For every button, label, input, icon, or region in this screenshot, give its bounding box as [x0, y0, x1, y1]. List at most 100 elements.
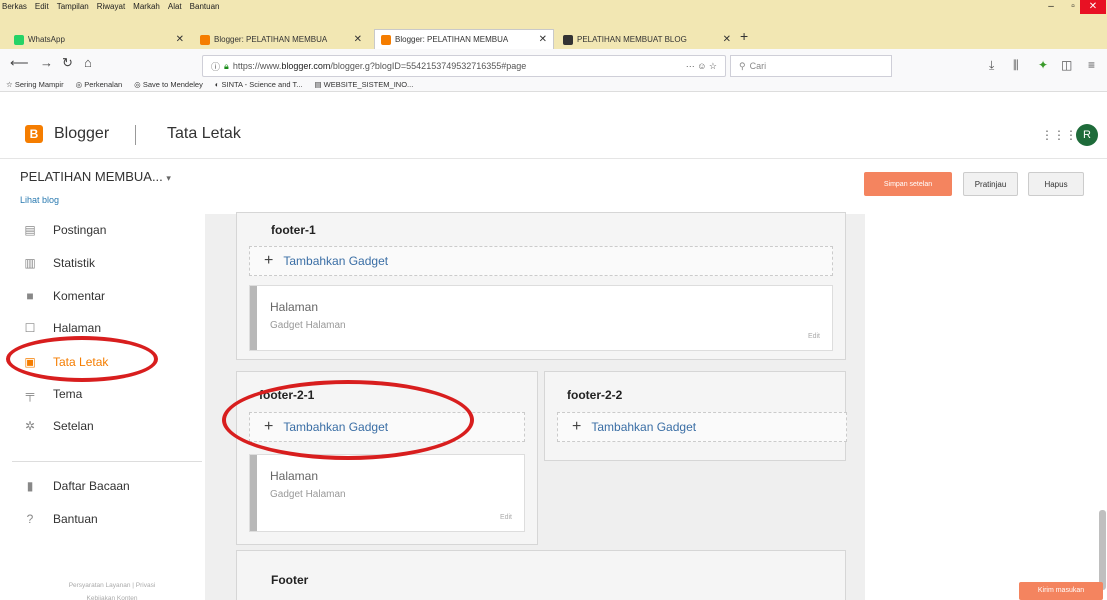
- menu-edit[interactable]: Edit: [35, 2, 49, 11]
- sidebar-item-label: Postingan: [53, 223, 107, 237]
- close-window-button[interactable]: ✕: [1080, 0, 1106, 14]
- drag-handle[interactable]: [250, 286, 257, 350]
- menu-tools[interactable]: Alat: [168, 2, 182, 11]
- help-icon: ?: [26, 512, 34, 526]
- avatar[interactable]: R: [1076, 124, 1098, 146]
- menu-history[interactable]: Riwayat: [97, 2, 125, 11]
- delete-button[interactable]: Hapus: [1028, 172, 1084, 196]
- theme-icon: ╤: [25, 387, 35, 401]
- gadget-edit-link[interactable]: Edit: [808, 333, 820, 340]
- home-icon[interactable]: ⌂: [84, 55, 92, 70]
- bookmark-item[interactable]: ▤ WEBSITE_SISTEM_INO...: [315, 80, 414, 89]
- plus-icon: +: [264, 252, 274, 269]
- blogger-icon: [381, 34, 391, 45]
- section-title: footer-1: [271, 223, 316, 237]
- section-title: footer-2-1: [259, 388, 315, 402]
- sidebar-item-label: Daftar Bacaan: [53, 479, 130, 493]
- bookmark-item[interactable]: ☆ Sering Mampir: [6, 80, 64, 89]
- plus-icon: +: [264, 418, 274, 435]
- layout-icon: ▣: [24, 355, 36, 369]
- gadget-subtitle: Gadget Halaman: [270, 320, 346, 331]
- blog-selector[interactable]: PELATIHAN MEMBUA... ▾: [20, 169, 171, 184]
- app-header: B Blogger Tata Letak ⋮⋮⋮ R: [0, 106, 1107, 158]
- sidebar-item-pages[interactable]: ☐ Halaman: [23, 318, 101, 338]
- sidebar-toggle-icon[interactable]: ◫: [1061, 58, 1072, 72]
- bookmark-item[interactable]: ◎ Save to Mendeley: [134, 80, 203, 89]
- whatsapp-icon: [14, 34, 24, 45]
- comments-icon: ■: [26, 289, 34, 303]
- sidebar-item-stats[interactable]: ▥ Statistik: [23, 253, 95, 273]
- forward-icon[interactable]: →: [40, 55, 53, 70]
- add-gadget-button[interactable]: + Tambahkan Gadget: [249, 412, 525, 442]
- plus-icon: +: [572, 418, 582, 435]
- scrollbar-thumb[interactable]: [1099, 510, 1106, 590]
- menu-help[interactable]: Bantuan: [190, 2, 220, 11]
- gadget-edit-link[interactable]: Edit: [500, 514, 512, 521]
- back-icon[interactable]: ⟵: [10, 55, 29, 71]
- add-gadget-button[interactable]: + Tambahkan Gadget: [557, 412, 847, 442]
- tab-blogger-2[interactable]: Blogger: PELATIHAN MEMBUA ✕: [374, 29, 554, 49]
- sidebar-item-reading-list[interactable]: ▮ Daftar Bacaan: [23, 476, 130, 496]
- reload-icon[interactable]: ↻: [62, 55, 73, 71]
- content-policy-link[interactable]: Kebijakan Konten: [32, 592, 192, 600]
- gadget-title: Halaman: [270, 300, 319, 314]
- sidebar-item-layout[interactable]: ▣ Tata Letak: [23, 352, 108, 372]
- search-input[interactable]: ⚲ Cari: [730, 55, 892, 77]
- close-tab-icon[interactable]: ✕: [348, 34, 362, 45]
- url-prefix: https://www.: [232, 61, 282, 71]
- terms-privacy-links[interactable]: Persyaratan Layanan | Privasi: [32, 579, 192, 592]
- blogger-logo-icon[interactable]: B: [25, 125, 43, 143]
- blog-name: PELATIHAN MEMBUA...: [20, 169, 163, 184]
- sidebar-item-label: Tata Letak: [53, 355, 109, 369]
- close-tab-icon[interactable]: ✕: [717, 34, 731, 45]
- menu-view[interactable]: Tampilan: [57, 2, 89, 11]
- settings-icon: ✲: [24, 419, 36, 433]
- bookmark-item[interactable]: ◐ SINTA - Science and T...: [215, 80, 303, 89]
- blog-bar: PELATIHAN MEMBUA... ▾ Lihat blog Simpan …: [0, 158, 1107, 214]
- pages-icon: ☐: [24, 321, 36, 335]
- menu-file[interactable]: Berkas: [2, 2, 27, 11]
- sidebar-item-posts[interactable]: ▤ Postingan: [23, 220, 106, 240]
- library-icon[interactable]: ⫼: [1013, 58, 1019, 73]
- save-arrangement-button[interactable]: Simpan setelan: [864, 172, 952, 196]
- app-name[interactable]: Blogger: [54, 125, 109, 143]
- close-tab-icon[interactable]: ✕: [170, 34, 184, 45]
- tab-blog-site[interactable]: PELATIHAN MEMBUAT BLOG ✕: [557, 30, 737, 49]
- gadget-title: Halaman: [270, 469, 319, 483]
- search-placeholder: Cari: [749, 61, 767, 71]
- sidebar-item-label: Statistik: [53, 256, 96, 270]
- page-actions-icon[interactable]: ··· ☺ ☆: [686, 61, 725, 72]
- gadget-subtitle: Gadget Halaman: [270, 489, 346, 500]
- url-domain: blogger.com: [281, 61, 331, 71]
- tab-blogger-1[interactable]: Blogger: PELATIHAN MEMBUA ✕: [194, 30, 368, 49]
- sidebar-item-settings[interactable]: ✲ Setelan: [23, 416, 94, 436]
- tab-bar: WhatsApp ✕ Blogger: PELATIHAN MEMBUA ✕ B…: [0, 14, 1107, 49]
- close-tab-icon[interactable]: ✕: [533, 34, 547, 45]
- search-icon: ⚲: [739, 60, 746, 71]
- hamburger-menu-icon[interactable]: ≡: [1088, 58, 1095, 72]
- address-bar[interactable]: ⓘ 🔒︎ https://www. blogger.com/blogger.g?b…: [202, 55, 726, 77]
- add-gadget-label: Tambahkan Gadget: [591, 420, 697, 434]
- chevron-down-icon: ▾: [166, 173, 171, 183]
- drag-handle[interactable]: [250, 455, 257, 531]
- menu-bookmarks[interactable]: Markah: [133, 2, 160, 11]
- footer-section: Footer: [236, 550, 846, 600]
- globe-icon: [563, 34, 573, 45]
- gadget-pages[interactable]: Halaman Gadget Halaman Edit: [249, 285, 833, 351]
- download-icon[interactable]: ⤓: [989, 58, 994, 73]
- apps-grid-icon[interactable]: ⋮⋮⋮: [1041, 128, 1077, 142]
- sidebar-item-comments[interactable]: ■ Komentar: [23, 286, 105, 306]
- sidebar-item-help[interactable]: ? Bantuan: [23, 509, 98, 529]
- preview-button[interactable]: Pratinjau: [963, 172, 1018, 196]
- add-gadget-button[interactable]: + Tambahkan Gadget: [249, 246, 833, 276]
- gadget-pages[interactable]: Halaman Gadget Halaman Edit: [249, 454, 525, 532]
- new-tab-icon[interactable]: +: [740, 28, 748, 44]
- view-blog-link[interactable]: Lihat blog: [20, 195, 59, 205]
- info-icon[interactable]: ⓘ: [211, 60, 220, 73]
- sidebar-item-theme[interactable]: ╤ Tema: [23, 384, 83, 404]
- tab-whatsapp[interactable]: WhatsApp ✕: [8, 30, 190, 49]
- send-feedback-button[interactable]: Kirim masukan: [1019, 582, 1103, 600]
- extension-icon[interactable]: ✦: [1038, 58, 1048, 72]
- bookmark-item[interactable]: ◎ Perkenalan: [76, 80, 123, 89]
- sidebar: ▤ Postingan ▥ Statistik ■ Komentar ☐ Hal…: [0, 214, 205, 600]
